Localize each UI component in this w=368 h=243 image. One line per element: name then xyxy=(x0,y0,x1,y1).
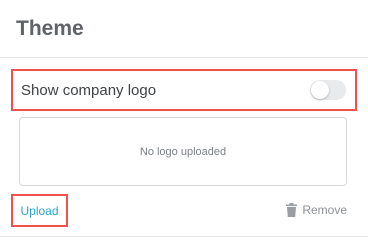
show-company-logo-row[interactable]: Show company logo xyxy=(11,69,357,111)
upload-button-label: Upload xyxy=(20,203,59,218)
section-title: Theme xyxy=(16,17,84,40)
toggle-knob xyxy=(311,81,329,99)
logo-preview-area: No logo uploaded xyxy=(19,117,347,186)
footer-divider xyxy=(0,236,368,237)
remove-button[interactable]: Remove xyxy=(286,203,347,217)
logo-placeholder-text: No logo uploaded xyxy=(139,145,227,158)
show-company-logo-toggle[interactable] xyxy=(310,80,346,100)
remove-button-label: Remove xyxy=(302,203,347,217)
show-company-logo-label: Show company logo xyxy=(21,81,157,99)
trash-icon xyxy=(286,203,298,217)
upload-button[interactable]: Upload xyxy=(11,194,68,227)
header-divider xyxy=(0,57,368,58)
